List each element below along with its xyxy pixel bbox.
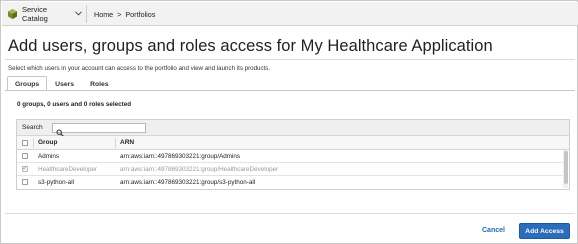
breadcrumb-portfolios[interactable]: Portfolios xyxy=(125,10,155,19)
divider xyxy=(5,59,575,60)
column-header-group[interactable]: Group xyxy=(38,139,58,146)
row-checkbox xyxy=(22,164,28,172)
search-row: Search xyxy=(17,120,569,137)
row-checkbox[interactable] xyxy=(22,179,28,185)
group-arn: arn:aws:iam::497869303221:group/s3-pytho… xyxy=(120,179,256,186)
search-icon xyxy=(56,124,64,137)
column-divider xyxy=(115,138,116,148)
group-arn: arn:aws:iam::497869303221:group/Healthca… xyxy=(120,166,279,173)
table-row[interactable]: s3-python-all arn:aws:iam::497869303221:… xyxy=(17,176,563,189)
chevron-down-icon xyxy=(75,10,82,18)
group-arn: arn:aws:iam::497869303221:group/Admins xyxy=(120,153,241,160)
table-row[interactable]: Admins arn:aws:iam::497869303221:group/A… xyxy=(17,150,563,163)
tab-groups[interactable]: Groups xyxy=(7,76,48,91)
table-header: Group ARN xyxy=(17,136,569,150)
service-menu[interactable]: Service Catalog xyxy=(8,5,82,23)
cancel-button[interactable]: Cancel xyxy=(482,227,505,234)
select-all-checkbox[interactable] xyxy=(22,140,28,146)
tab-roles[interactable]: Roles xyxy=(82,76,117,91)
groups-table-panel: Search Group ARN Admins arn:aws:iam::497… xyxy=(16,119,570,190)
breadcrumb-separator: > xyxy=(117,10,122,19)
nav-divider xyxy=(86,5,87,23)
row-checkbox[interactable] xyxy=(22,153,28,159)
service-menu-label: Service Catalog xyxy=(22,5,48,23)
tab-bar: Groups Users Roles xyxy=(7,76,117,91)
dialog-frame: Service Catalog Home > Portfolios Add us… xyxy=(0,0,578,244)
column-header-arn[interactable]: ARN xyxy=(120,139,134,146)
column-divider xyxy=(33,138,34,148)
service-catalog-icon xyxy=(8,9,17,19)
tab-users[interactable]: Users xyxy=(47,76,82,91)
search-input[interactable] xyxy=(65,124,145,132)
breadcrumb-home[interactable]: Home xyxy=(94,10,113,19)
top-navigation-bar: Service Catalog Home > Portfolios xyxy=(2,2,578,26)
search-label: Search xyxy=(22,124,43,131)
group-name: HealthcareDeveloper xyxy=(38,166,98,173)
footer-divider xyxy=(5,213,575,214)
group-name: Admins xyxy=(38,153,59,160)
scrollbar-thumb[interactable] xyxy=(564,151,568,184)
group-name: s3-python-all xyxy=(38,179,75,186)
selection-summary: 0 groups, 0 users and 0 roles selected xyxy=(17,101,132,108)
page-description: Select which users in your account can a… xyxy=(8,65,271,72)
breadcrumb: Home > Portfolios xyxy=(94,10,155,19)
add-access-button[interactable]: Add Access xyxy=(519,223,570,239)
page-title: Add users, groups and roles access for M… xyxy=(8,37,493,55)
table-row: HealthcareDeveloper arn:aws:iam::4978693… xyxy=(17,163,563,176)
search-field[interactable] xyxy=(52,123,146,137)
tab-underline xyxy=(5,90,575,91)
